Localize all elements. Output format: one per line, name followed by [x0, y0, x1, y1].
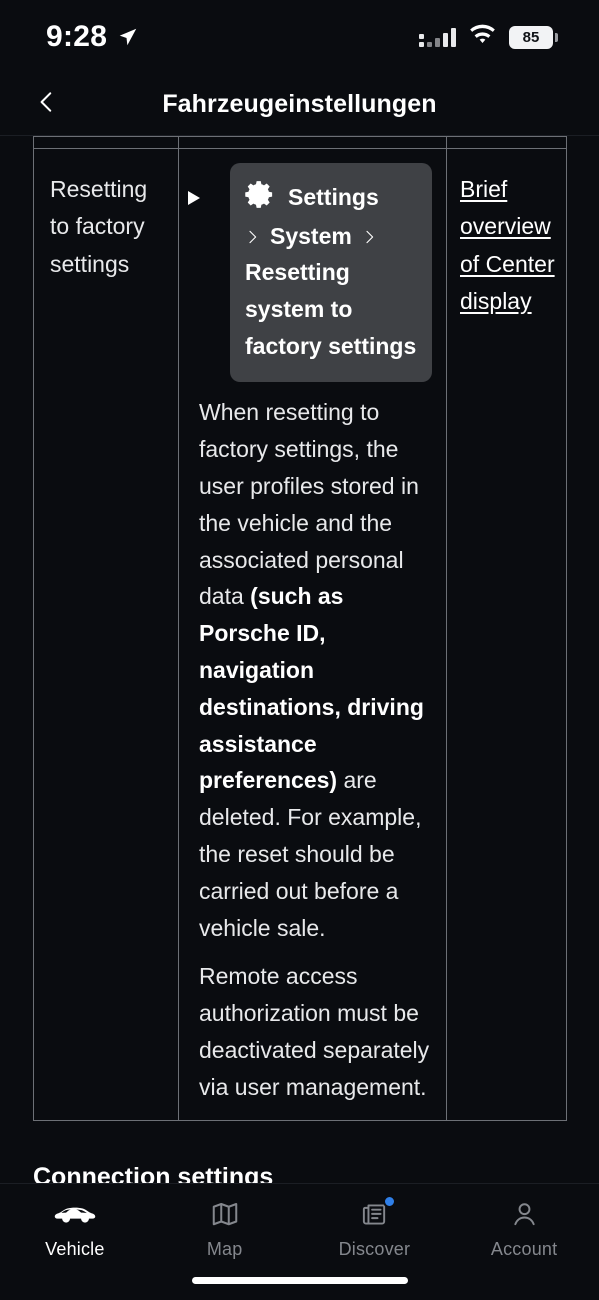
chevron-right-icon: [245, 226, 260, 248]
tab-label-account: Account: [490, 1239, 558, 1259]
tab-label-vehicle: Vehicle: [45, 1239, 105, 1259]
status-bar: 9:28 85: [0, 0, 599, 74]
cell-steps: Settings System Resetting system to fact…: [178, 148, 447, 1121]
person-icon: [510, 1197, 539, 1231]
page-title: Fahrzeugeinstellungen: [162, 90, 437, 118]
tab-account[interactable]: Account: [449, 1197, 599, 1260]
tab-label-map: Map: [206, 1239, 243, 1259]
newspaper-icon: [360, 1195, 396, 1231]
settings-card-path-label: System: [270, 223, 352, 249]
chevron-right-icon: [362, 226, 377, 248]
bottom-tab-bar: Vehicle Map Discover Account: [0, 1183, 599, 1300]
body-paragraph-2: Remote access authorization must be deac…: [199, 963, 430, 1100]
body-part-1: When resetting to factory settings, the …: [199, 399, 419, 610]
play-triangle-icon: [188, 191, 200, 205]
settings-path-card[interactable]: Settings System Resetting system to fact…: [230, 163, 432, 383]
back-button[interactable]: [30, 88, 64, 122]
section-heading-connection-settings: Connection settings: [33, 1162, 274, 1183]
location-arrow-icon: [117, 26, 139, 48]
cut-cell-topic: [33, 136, 179, 149]
cut-cell-link: [446, 136, 567, 149]
tab-discover[interactable]: Discover: [300, 1195, 450, 1260]
tab-label-discover: Discover: [338, 1239, 411, 1259]
scroll-content[interactable]: Resetting to factory settings Settings S…: [0, 136, 599, 1183]
settings-card-app: Settings: [245, 179, 417, 215]
topic-label: Resetting to factory settings: [50, 176, 148, 277]
notification-badge: [382, 1195, 396, 1208]
gear-icon: [245, 179, 276, 215]
battery-level-label: 85: [522, 28, 540, 46]
status-bar-clock: 9:28: [46, 20, 108, 53]
settings-card-path: System: [245, 223, 417, 250]
cellular-signal-icon: [419, 27, 456, 47]
navigation-header: Fahrzeugeinstellungen: [0, 74, 599, 136]
cell-link: Brief overview of Center display: [446, 148, 567, 1121]
tab-map[interactable]: Map: [150, 1197, 300, 1260]
wifi-icon: [469, 24, 496, 51]
chevron-left-icon: [34, 89, 60, 120]
settings-card-action-label: Resetting system to factory settings: [245, 259, 417, 359]
settings-table: Resetting to factory settings Settings S…: [33, 136, 567, 1121]
tab-vehicle[interactable]: Vehicle: [0, 1197, 150, 1260]
map-icon: [210, 1197, 240, 1231]
status-bar-left: 9:28: [46, 22, 139, 52]
status-bar-right: 85: [419, 24, 558, 51]
battery-indicator: 85: [509, 25, 558, 49]
table-row: Resetting to factory settings Settings S…: [33, 148, 567, 1121]
settings-card-app-label: Settings: [288, 183, 379, 210]
home-indicator: [191, 1277, 408, 1284]
body-bold-part: (such as Porsche ID, navigation destinat…: [199, 583, 424, 794]
body-paragraph: When resetting to factory settings, the …: [199, 394, 434, 946]
app-screen: 9:28 85 Fahrzeugeinstellungen Resetting …: [0, 0, 599, 1300]
car-icon: [53, 1197, 97, 1231]
center-display-link[interactable]: Brief overview of Center display: [460, 176, 555, 314]
cell-topic: Resetting to factory settings: [33, 148, 179, 1121]
table-row-partial-above: [33, 136, 567, 149]
cut-cell-steps: [178, 136, 447, 149]
